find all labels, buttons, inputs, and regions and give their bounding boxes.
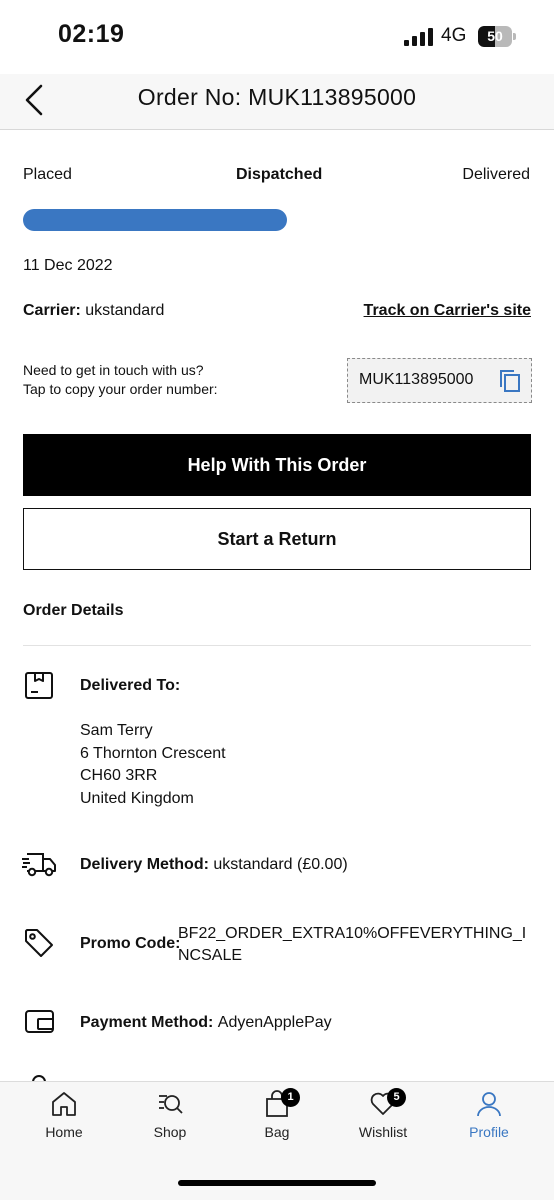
tab-bag-label: Bag xyxy=(264,1124,290,1140)
delivery-method-value: ukstandard (£0.00) xyxy=(213,856,348,873)
delivery-truck-icon xyxy=(22,853,56,877)
tab-bag[interactable]: 1 Bag xyxy=(227,1088,327,1150)
wallet-icon xyxy=(25,1010,54,1033)
tracking-progress-bar xyxy=(23,209,530,231)
payment-method-row: Payment Method: AdyenApplePay xyxy=(80,1014,332,1032)
home-icon xyxy=(52,1092,76,1116)
contact-line-1: Need to get in touch with us? xyxy=(23,362,204,378)
start-return-button[interactable]: Start a Return xyxy=(23,508,531,570)
tracking-progress-fill xyxy=(23,209,287,231)
step-dispatched: Dispatched xyxy=(236,166,323,183)
tab-shop[interactable]: Shop xyxy=(120,1090,220,1150)
carrier-info: Carrier: ukstandard xyxy=(23,302,164,320)
contact-icon xyxy=(32,1075,46,1081)
tag-icon xyxy=(25,929,53,957)
profile-icon xyxy=(477,1092,501,1117)
tab-profile-label: Profile xyxy=(469,1124,509,1140)
status-bar: 02:19 4G 50 xyxy=(0,0,554,74)
delivery-method-label: Delivery Method: xyxy=(80,856,209,873)
order-details-title: Order Details xyxy=(23,602,124,619)
promo-code-label: Promo Code: xyxy=(80,935,181,952)
battery-level: 50 xyxy=(487,28,503,44)
payment-method-label: Payment Method: xyxy=(80,1014,214,1031)
tab-home-label: Home xyxy=(45,1124,83,1140)
page-header: Order No: MUK113895000 xyxy=(0,74,554,130)
tab-wishlist[interactable]: 5 Wishlist xyxy=(333,1088,433,1150)
track-on-carrier-link[interactable]: Track on Carrier's site xyxy=(364,302,531,320)
dispatch-date: 11 Dec 2022 xyxy=(23,257,113,274)
copy-icon xyxy=(500,370,520,392)
divider xyxy=(23,645,531,646)
address-name: Sam Terry xyxy=(80,722,153,739)
delivered-to-label: Delivered To: xyxy=(80,677,181,694)
carrier-value: ukstandard xyxy=(85,302,165,319)
signal-strength-icon xyxy=(404,28,434,46)
status-time: 02:19 xyxy=(58,20,125,48)
step-delivered: Delivered xyxy=(462,166,530,183)
home-indicator xyxy=(178,1180,376,1186)
delivery-address: Sam Terry 6 Thornton Crescent CH60 3RR U… xyxy=(80,720,226,810)
contact-prompt: Need to get in touch with us? Tap to cop… xyxy=(23,361,218,399)
tab-home[interactable]: Home xyxy=(14,1090,114,1150)
address-postcode: CH60 3RR xyxy=(80,767,158,784)
carrier-label: Carrier: xyxy=(23,302,81,319)
tab-shop-label: Shop xyxy=(153,1124,187,1140)
page-title: Order No: MUK113895000 xyxy=(137,84,417,110)
payment-method-value: AdyenApplePay xyxy=(217,1014,332,1031)
address-street: 6 Thornton Crescent xyxy=(80,744,226,762)
contact-line-2: Tap to copy your order number: xyxy=(23,381,218,397)
delivery-method-row: Delivery Method: ukstandard (£0.00) xyxy=(80,856,348,874)
address-country: United Kingdom xyxy=(80,789,194,807)
network-type: 4G xyxy=(441,25,467,46)
package-icon xyxy=(25,672,53,699)
tab-wishlist-label: Wishlist xyxy=(358,1124,408,1140)
step-placed: Placed xyxy=(23,166,72,183)
order-number: MUK113895000 xyxy=(359,371,474,388)
promo-code-value: BF22_ORDER_EXTRA10%OFFEVERYTHING_INCSALE xyxy=(178,925,527,964)
battery-icon: 50 xyxy=(478,26,516,47)
help-with-order-button[interactable]: Help With This Order xyxy=(23,434,531,496)
tab-profile[interactable]: Profile xyxy=(439,1090,539,1150)
wishlist-count-badge: 5 xyxy=(387,1088,406,1107)
bag-count-badge: 1 xyxy=(281,1088,300,1107)
search-icon xyxy=(159,1095,183,1114)
copy-order-number-button[interactable]: MUK113895000 xyxy=(347,358,532,403)
